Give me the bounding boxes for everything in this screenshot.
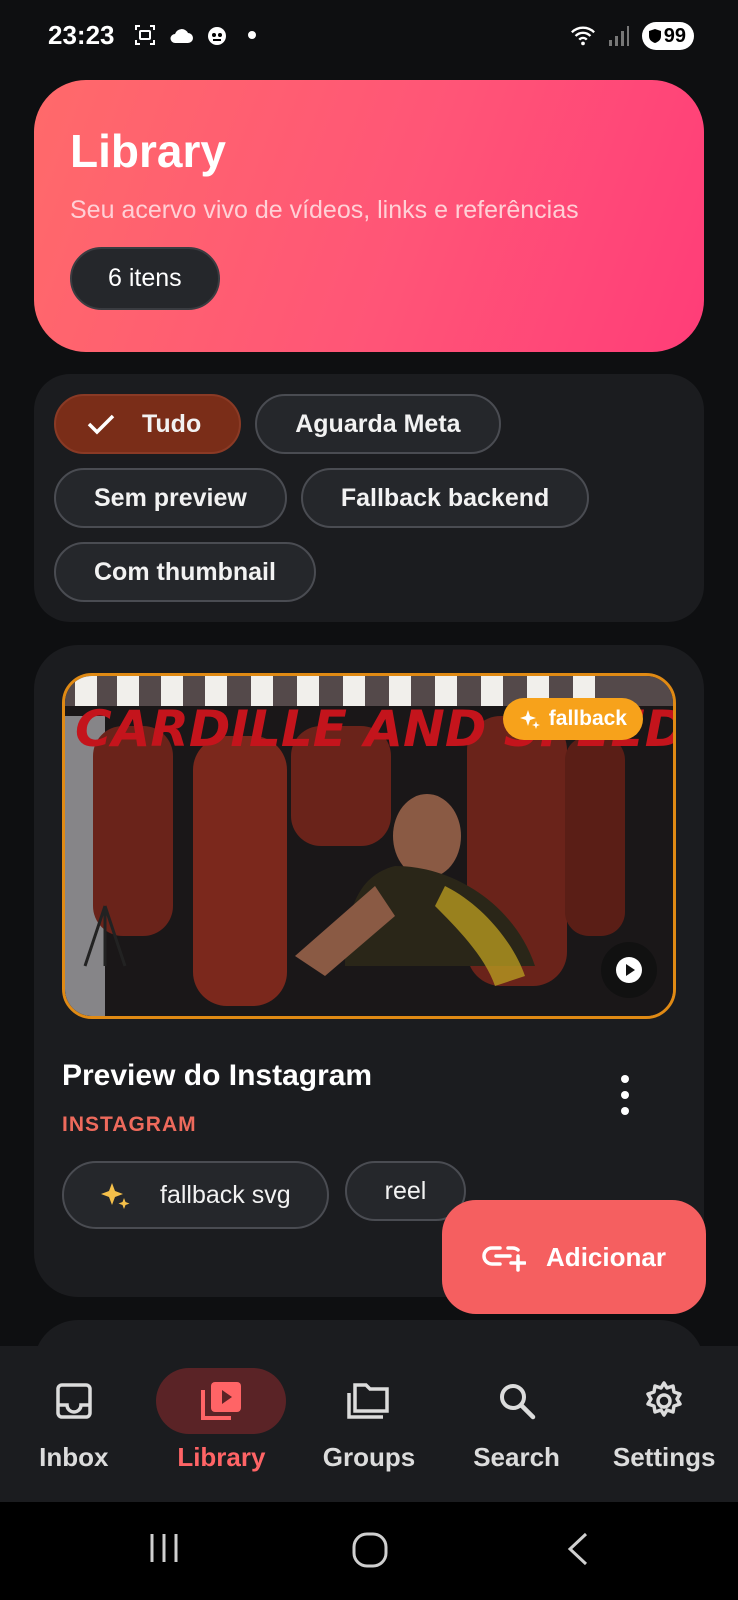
- sparkle-icon: [519, 710, 540, 729]
- play-button[interactable]: [601, 942, 657, 998]
- check-icon: [87, 414, 115, 435]
- filter-chip-com-thumbnail[interactable]: Com thumbnail: [54, 542, 316, 602]
- fallback-badge: fallback: [502, 698, 643, 740]
- add-link-icon: [482, 1246, 527, 1272]
- cloud-icon: [168, 22, 194, 48]
- item-title: Preview do Instagram: [62, 1059, 373, 1092]
- nav-item-inbox[interactable]: Inbox: [0, 1368, 148, 1473]
- folders-icon: [347, 1383, 389, 1419]
- more-notifications-dot: [248, 31, 256, 39]
- bottom-navigation: Inbox Library Groups Search Settings: [0, 1346, 738, 1502]
- library-header-card: Library Seu acervo vivo de vídeos, links…: [34, 80, 704, 352]
- tag-reel[interactable]: reel: [344, 1161, 467, 1221]
- sparkle-icon: [101, 1183, 130, 1209]
- fallback-badge-label: fallback: [548, 707, 627, 730]
- nav-label: Settings: [612, 1442, 716, 1472]
- wifi-icon: [570, 23, 596, 49]
- inbox-icon: [56, 1383, 92, 1419]
- recent-apps-icon[interactable]: [148, 1532, 180, 1569]
- shield-icon: [648, 29, 661, 43]
- filter-chip-label: Tudo: [142, 409, 202, 438]
- filter-chip-label: Fallback backend: [340, 483, 550, 512]
- filter-chips-card: Tudo Aguarda Meta Sem preview Fallback b…: [34, 374, 704, 622]
- nav-item-library[interactable]: Library: [148, 1368, 296, 1473]
- item-count-badge: 6 itens: [70, 247, 220, 310]
- nav-label: Groups: [322, 1442, 416, 1472]
- add-button-label: Adicionar: [546, 1241, 666, 1272]
- search-icon: [499, 1384, 535, 1420]
- back-icon[interactable]: [566, 1532, 590, 1571]
- gear-icon: [646, 1381, 682, 1417]
- filter-chip-tudo[interactable]: Tudo: [54, 394, 242, 454]
- nav-label: Inbox: [39, 1442, 109, 1472]
- filter-chip-label: Com thumbnail: [94, 557, 276, 586]
- nav-item-search[interactable]: Search: [443, 1368, 591, 1473]
- nav-label: Library: [177, 1442, 266, 1472]
- system-navigation-bar: [0, 1502, 738, 1600]
- filter-chip-sem-preview[interactable]: Sem preview: [54, 468, 287, 528]
- battery-level: 99: [663, 24, 686, 47]
- home-icon[interactable]: [352, 1532, 388, 1573]
- add-button[interactable]: Adicionar: [442, 1200, 706, 1314]
- filter-chip-aguarda-meta[interactable]: Aguarda Meta: [255, 394, 501, 454]
- screenshot-icon: [132, 22, 158, 48]
- system-indicators: 99: [570, 22, 694, 50]
- filter-chip-fallback-backend[interactable]: Fallback backend: [300, 468, 590, 528]
- tag-label: fallback svg: [160, 1180, 291, 1209]
- video-library-icon: [201, 1382, 242, 1420]
- notification-icons: [132, 22, 256, 48]
- nav-item-settings[interactable]: Settings: [590, 1368, 738, 1473]
- app-notification-icon: [204, 22, 230, 48]
- status-bar: 23:23 99: [0, 0, 738, 72]
- clock: 23:23: [48, 20, 115, 50]
- tag-fallback-svg[interactable]: fallback svg: [62, 1161, 329, 1229]
- nav-item-groups[interactable]: Groups: [295, 1368, 443, 1473]
- filter-chip-label: Aguarda Meta: [295, 409, 461, 438]
- tag-label: reel: [384, 1176, 427, 1205]
- nav-label: Search: [473, 1442, 560, 1472]
- item-source: INSTAGRAM: [62, 1113, 197, 1136]
- video-thumbnail[interactable]: CARDILLE AND SPEED fallback: [62, 673, 676, 1019]
- more-options-icon[interactable]: [610, 1075, 640, 1115]
- signal-icon: [606, 23, 632, 49]
- filter-chip-label: Sem preview: [94, 483, 247, 512]
- item-tags: fallback svg reel: [62, 1161, 467, 1229]
- page-subtitle: Seu acervo vivo de vídeos, links e refer…: [70, 196, 579, 224]
- play-icon: [616, 957, 642, 983]
- page-title: Library: [70, 125, 226, 177]
- battery-indicator: 99: [641, 22, 694, 50]
